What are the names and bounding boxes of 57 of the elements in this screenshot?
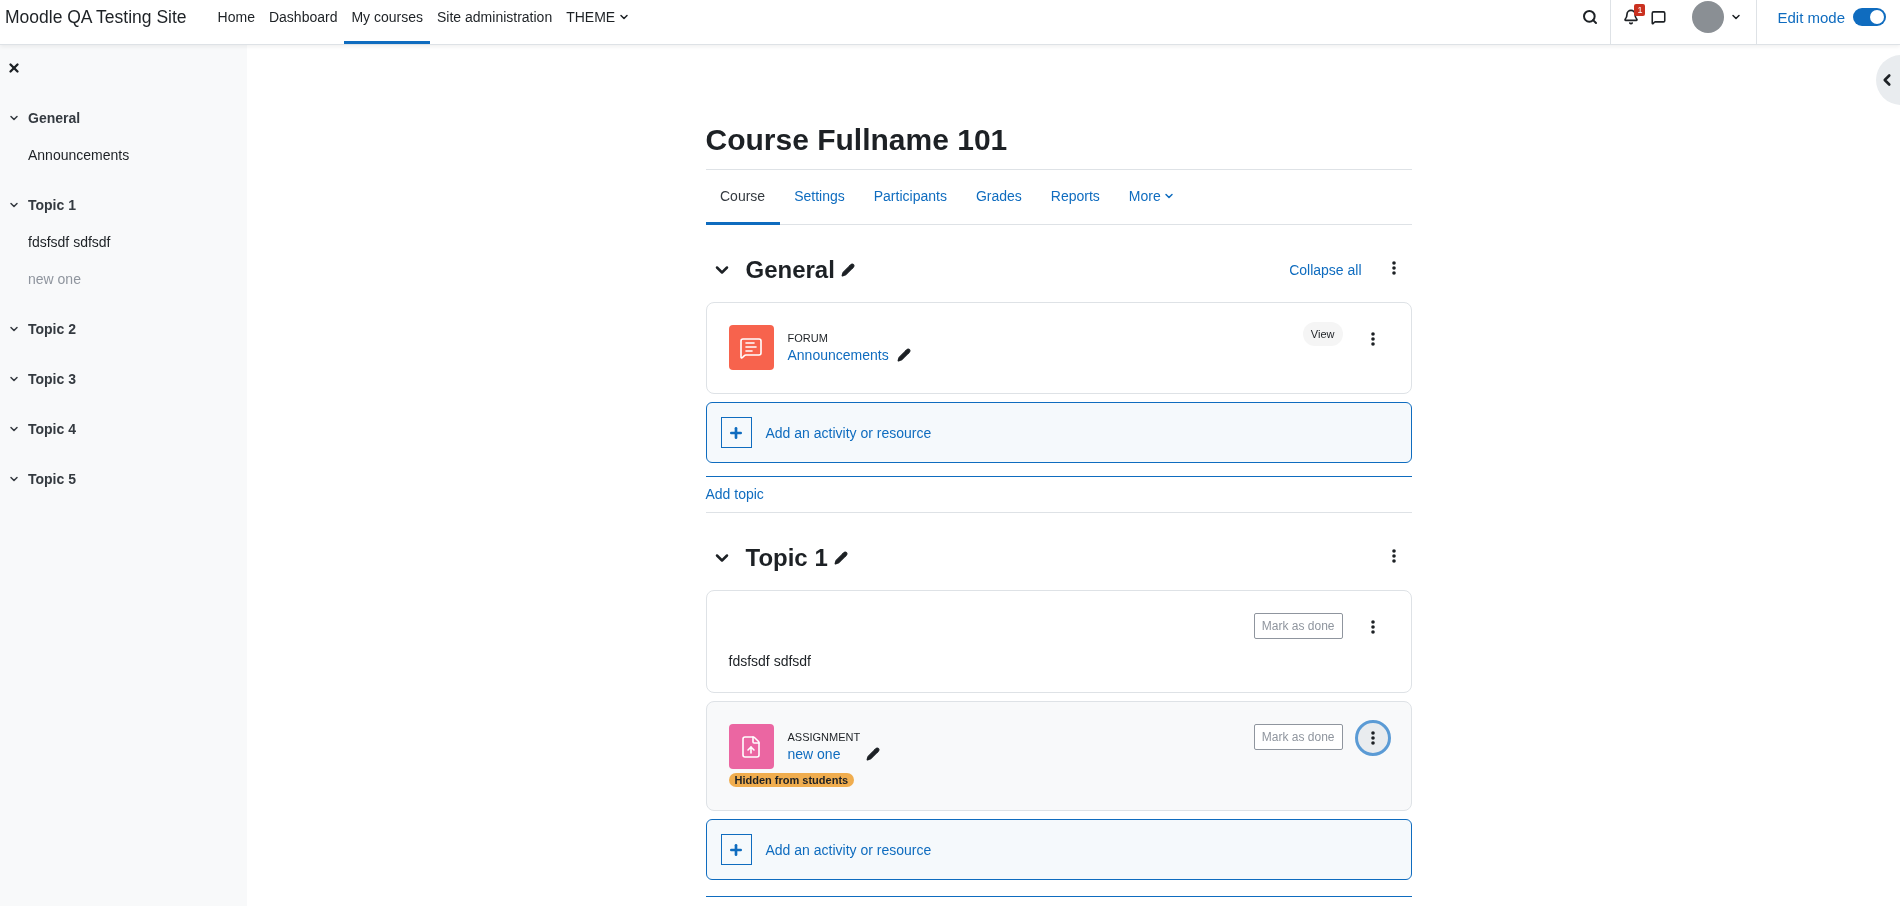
course-tab[interactable]: Reports	[1036, 170, 1115, 225]
course-index-section[interactable]: Topic 4	[0, 410, 247, 447]
activity-type: FORUM	[787, 332, 829, 344]
course-index-section[interactable]: Topic 3	[0, 360, 247, 397]
more-menu-button[interactable]	[1354, 720, 1391, 756]
kebab-icon	[1391, 549, 1396, 563]
site-name[interactable]: Moodle QA Testing Site	[5, 0, 187, 44]
section-title: General	[745, 256, 835, 284]
course-index-section[interactable]: Topic 1	[0, 186, 247, 223]
pencil-icon[interactable]	[866, 747, 881, 761]
course-tab[interactable]: More	[1114, 170, 1190, 225]
bell-icon	[1623, 9, 1640, 25]
forum-icon	[728, 325, 774, 370]
activity-type: ASSIGNMENT	[787, 731, 862, 743]
nav-link[interactable]: Dashboard	[261, 0, 345, 44]
add-activity-button[interactable]: Add an activity or resource	[705, 402, 1412, 463]
course-index-section[interactable]: Topic 2	[0, 310, 247, 347]
avatar	[1692, 1, 1725, 33]
activity-link[interactable]: new one	[787, 746, 841, 762]
notification-count: 1	[1634, 4, 1646, 16]
pencil-icon[interactable]	[896, 348, 911, 362]
nav-link[interactable]: Site administration	[430, 0, 560, 44]
label-text: fdsfsdf sdfsdf	[728, 653, 812, 669]
course-tab[interactable]: Grades	[961, 170, 1037, 225]
course-index-item[interactable]: fdsfsdf sdfsdf	[0, 223, 247, 260]
nav-link[interactable]: My courses	[344, 0, 431, 44]
view-button[interactable]: View	[1302, 322, 1343, 346]
kebab-icon	[1391, 261, 1396, 275]
assignment-icon	[728, 724, 774, 769]
nav-link[interactable]: Home	[210, 0, 262, 44]
course-tab[interactable]: Participants	[859, 170, 962, 225]
activity-link[interactable]: Announcements	[787, 347, 889, 363]
kebab-icon	[1370, 620, 1375, 634]
course-index-item[interactable]: Announcements	[0, 136, 247, 173]
kebab-icon	[1370, 731, 1375, 745]
close-icon	[7, 61, 21, 75]
search-icon	[1582, 9, 1599, 25]
course-tab[interactable]: Course	[705, 170, 780, 225]
hidden-badge: Hidden from students	[728, 773, 855, 787]
nav-link[interactable]: THEME	[559, 0, 638, 44]
plus-icon	[720, 417, 752, 448]
pencil-icon[interactable]	[833, 551, 848, 565]
course-index-section[interactable]: Topic 5	[0, 460, 247, 497]
course-index-section[interactable]: General	[0, 99, 247, 136]
edit-mode-switch[interactable]	[1853, 8, 1886, 26]
add-activity-button[interactable]: Add an activity or resource	[705, 819, 1412, 880]
speech-bubble-icon	[1651, 9, 1667, 25]
collapse-all-link[interactable]: Collapse all	[1289, 262, 1362, 278]
plus-icon	[720, 834, 752, 865]
section-title: Topic 1	[745, 544, 828, 572]
add-topic-link[interactable]: Add topic	[705, 486, 764, 502]
course-tab[interactable]: Settings	[779, 170, 860, 225]
edit-mode-label: Edit mode	[1777, 8, 1845, 26]
course-title: Course Fullname 101	[705, 123, 1412, 170]
kebab-icon	[1370, 332, 1375, 346]
pencil-icon[interactable]	[840, 263, 855, 277]
notifications-button[interactable]: 1	[1617, 0, 1646, 44]
